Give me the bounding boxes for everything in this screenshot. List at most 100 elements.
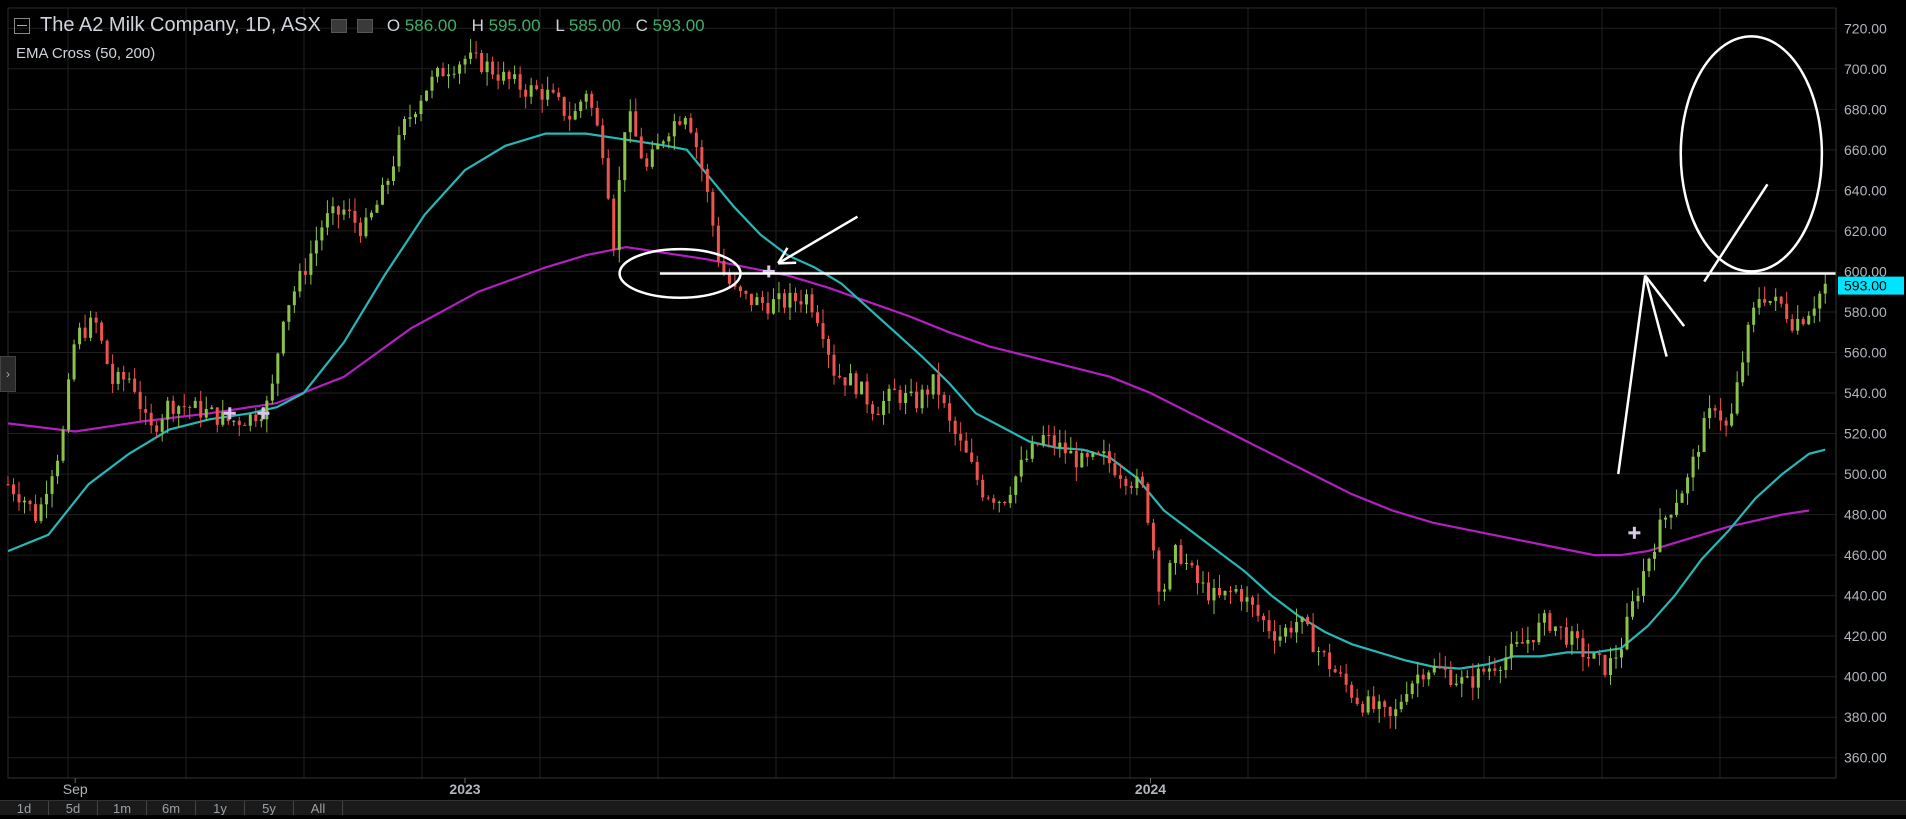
candle-body bbox=[1036, 443, 1040, 445]
candle-body bbox=[992, 498, 996, 503]
timeframe-1d[interactable]: 1d bbox=[0, 801, 49, 815]
candle-body bbox=[193, 400, 197, 408]
settings-icon[interactable] bbox=[330, 18, 347, 33]
candle-body bbox=[199, 400, 203, 418]
candle-body bbox=[788, 292, 792, 308]
candle-body bbox=[1625, 616, 1629, 650]
last-price-label: 593.00 bbox=[1844, 278, 1887, 294]
candle-body bbox=[1487, 668, 1491, 672]
candle-body bbox=[369, 212, 373, 218]
candle-body bbox=[678, 121, 682, 125]
candle-body bbox=[1333, 669, 1337, 673]
candle-body bbox=[1537, 622, 1541, 643]
candle-body bbox=[61, 429, 65, 461]
candle-body bbox=[1608, 658, 1612, 676]
candle-body bbox=[188, 407, 192, 409]
candle-body bbox=[237, 420, 241, 425]
candle-body bbox=[667, 136, 671, 142]
candle-body bbox=[535, 85, 539, 90]
candle-body bbox=[513, 74, 517, 80]
candle-body bbox=[893, 388, 897, 391]
timeframe-6m[interactable]: 6m bbox=[147, 801, 196, 815]
candle-body bbox=[1631, 601, 1635, 617]
eye-icon[interactable] bbox=[356, 18, 373, 33]
candle-body bbox=[1372, 696, 1376, 709]
candle-body bbox=[1140, 476, 1144, 484]
candle-body bbox=[827, 338, 831, 355]
candle-body bbox=[849, 373, 853, 386]
candle-body bbox=[705, 168, 709, 192]
candle-body bbox=[1080, 453, 1084, 468]
y-tick-label: 560.00 bbox=[1844, 344, 1887, 360]
candle-body bbox=[964, 440, 968, 453]
candle-body bbox=[573, 111, 577, 120]
y-tick-label: 400.00 bbox=[1844, 669, 1887, 685]
candle-body bbox=[876, 413, 880, 415]
y-tick-label: 440.00 bbox=[1844, 588, 1887, 604]
candle-body bbox=[1008, 494, 1012, 504]
candle-body bbox=[331, 206, 335, 214]
expand-panel-button[interactable]: › bbox=[0, 356, 16, 392]
candle-body bbox=[133, 378, 137, 392]
candle-body bbox=[1014, 476, 1018, 495]
candle-body bbox=[606, 158, 610, 199]
candle-body bbox=[1460, 677, 1464, 684]
symbol-title: The A2 Milk Company, 1D, ASX bbox=[40, 14, 321, 36]
candle-body bbox=[1708, 408, 1712, 419]
candle-body bbox=[700, 147, 704, 169]
candle-body bbox=[1366, 696, 1370, 713]
indicator-label[interactable]: EMA Cross (50, 200) bbox=[16, 45, 155, 62]
candle-body bbox=[1735, 382, 1739, 414]
collapse-icon[interactable] bbox=[14, 17, 30, 34]
candle-body bbox=[959, 434, 963, 441]
candle-body bbox=[1355, 697, 1359, 704]
candle-body bbox=[1003, 501, 1007, 504]
candle-body bbox=[1229, 590, 1233, 592]
timeframe-1m[interactable]: 1m bbox=[98, 801, 147, 815]
candle-body bbox=[1752, 307, 1756, 325]
candle-body bbox=[1586, 657, 1590, 659]
candle-body bbox=[871, 404, 875, 414]
timeframe-all[interactable]: All bbox=[294, 801, 343, 815]
candle-body bbox=[1553, 626, 1557, 631]
chart-area[interactable]: 360.00 380.00 400.00 420.00 440.00 460.00 480.… bbox=[0, 0, 1906, 814]
timeframe-5y[interactable]: 5y bbox=[245, 801, 294, 815]
candle-body bbox=[138, 391, 142, 410]
candle-body bbox=[1669, 514, 1673, 518]
candle-body bbox=[72, 344, 76, 380]
candle-body bbox=[755, 297, 759, 306]
candle-body bbox=[347, 209, 351, 211]
candle-body bbox=[683, 117, 687, 125]
candle-body bbox=[909, 391, 913, 394]
candle-body bbox=[727, 274, 731, 284]
candle-body bbox=[1559, 626, 1563, 628]
candle-body bbox=[1713, 408, 1717, 411]
candle-body bbox=[612, 198, 616, 251]
candle-body bbox=[821, 323, 825, 339]
candle-body bbox=[1118, 475, 1122, 479]
candle-body bbox=[1306, 616, 1310, 625]
candle-body bbox=[1102, 451, 1106, 454]
candle-body bbox=[1262, 615, 1266, 621]
candle-body bbox=[127, 378, 131, 380]
candle-body bbox=[1614, 657, 1618, 659]
candle-body bbox=[1520, 642, 1524, 644]
candle-body bbox=[1361, 703, 1365, 713]
y-tick-label: 580.00 bbox=[1844, 304, 1887, 320]
high-value: 595.00 bbox=[488, 15, 541, 35]
timeframe-bar: 1d 5d 1m 6m 1y 5y All bbox=[0, 800, 1906, 815]
candle-body bbox=[953, 420, 957, 435]
candle-body bbox=[904, 393, 908, 404]
candle-body bbox=[1052, 435, 1056, 448]
open-label: O bbox=[386, 15, 401, 35]
candle-body bbox=[546, 89, 550, 100]
candle-body bbox=[1311, 624, 1315, 653]
timeframe-1y[interactable]: 1y bbox=[196, 801, 245, 815]
timeframe-5d[interactable]: 5d bbox=[49, 801, 98, 815]
candle-body bbox=[281, 321, 285, 354]
price-chart[interactable]: 360.00 380.00 400.00 420.00 440.00 460.00 480.… bbox=[0, 0, 1906, 814]
candle-body bbox=[1691, 456, 1695, 478]
candle-body bbox=[595, 107, 599, 126]
candle-body bbox=[78, 327, 82, 345]
candle-body bbox=[469, 52, 473, 59]
